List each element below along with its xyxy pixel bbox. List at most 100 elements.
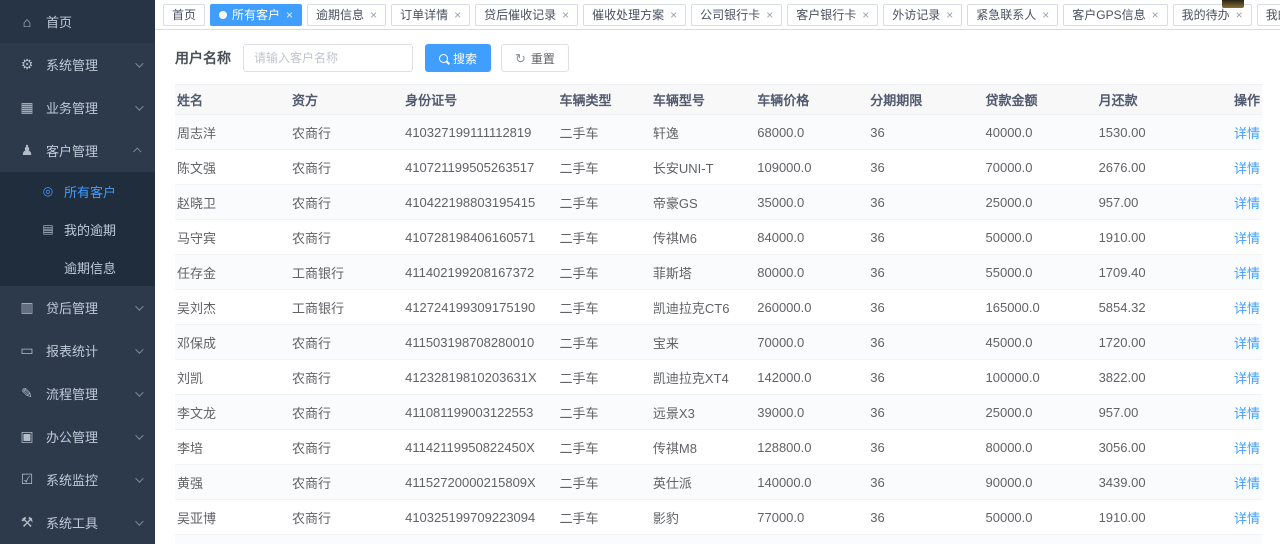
sidebar-subitem-0[interactable]: ◎所有客户 <box>0 172 155 210</box>
tab-10[interactable]: 客户GPS信息 × <box>1063 4 1167 26</box>
table-cell: 传祺M6 <box>649 220 753 255</box>
table-cell: 36 <box>866 535 981 544</box>
action-cell: 详情 <box>1212 430 1262 465</box>
chevron-down-icon <box>135 302 143 310</box>
close-icon[interactable]: × <box>670 9 677 21</box>
sidebar-subitem-1[interactable]: ▤我的逾期 <box>0 210 155 248</box>
tab-4[interactable]: 贷后催收记录× <box>475 4 578 26</box>
close-icon[interactable]: × <box>946 9 953 21</box>
search-button[interactable]: 搜索 <box>425 44 491 72</box>
action-cell: 详情 <box>1212 220 1262 255</box>
close-icon[interactable]: × <box>370 9 377 21</box>
detail-link[interactable]: 详情 <box>1234 476 1260 491</box>
tab-5[interactable]: 催收处理方案× <box>583 4 686 26</box>
sidebar-item-0[interactable]: ⌂首页 <box>0 0 155 43</box>
table-cell: 二手车 <box>555 185 648 220</box>
table-cell: 142000.0 <box>753 360 866 395</box>
table-cell: 1709.40 <box>1095 255 1212 290</box>
table-cell: 410721199505263517 <box>401 150 555 185</box>
action-cell <box>1212 535 1262 544</box>
detail-link[interactable]: 详情 <box>1234 301 1260 316</box>
table-cell: 68000.0 <box>753 115 866 150</box>
tab-label: 所有客户 <box>232 6 280 23</box>
sidebar-item-5[interactable]: ▭报表统计 <box>0 329 155 372</box>
sidebar-item-6[interactable]: ✎流程管理 <box>0 372 155 415</box>
table-cell: 128800.0 <box>753 430 866 465</box>
detail-link[interactable]: 详情 <box>1234 196 1260 211</box>
sidebar-item-4[interactable]: ▥贷后管理 <box>0 286 155 329</box>
close-icon[interactable]: × <box>1236 9 1243 21</box>
detail-link[interactable]: 详情 <box>1234 266 1260 281</box>
main-area: 首页所有客户×逾期信息×订单详情×贷后催收记录×催收处理方案×公司银行卡×客户银… <box>155 0 1280 544</box>
user-icon: ♟ <box>18 142 36 159</box>
detail-link[interactable]: 详情 <box>1234 441 1260 456</box>
table-cell: 36 <box>866 325 981 360</box>
detail-link[interactable]: 详情 <box>1234 511 1260 526</box>
action-cell: 详情 <box>1212 325 1262 360</box>
tab-1[interactable]: 所有客户 × <box>210 4 302 26</box>
column-header-0: 姓名 <box>175 85 288 115</box>
reset-button[interactable]: ↻ 重置 <box>501 44 569 72</box>
tab-6[interactable]: 公司银行卡× <box>691 4 782 26</box>
search-form: 用户名称 搜索 ↻ 重置 <box>155 30 1280 84</box>
sidebar-item-1[interactable]: ⚙系统管理 <box>0 43 155 86</box>
table-cell: 80000.0 <box>982 430 1095 465</box>
sidebar-item-3[interactable]: ♟客户管理 <box>0 129 155 172</box>
table-cell: 传祺M8 <box>649 430 753 465</box>
detail-link[interactable]: 详情 <box>1234 336 1260 351</box>
table-cell: 3439.00 <box>1095 465 1212 500</box>
tab-3[interactable]: 订单详情× <box>391 4 470 26</box>
table-cell: 长安UNI-T <box>649 150 753 185</box>
table-cell: 农商行 <box>288 360 401 395</box>
close-icon[interactable]: × <box>1042 9 1049 21</box>
sidebar-subitem-2[interactable]: 逾期信息 <box>0 248 155 286</box>
close-icon[interactable]: × <box>562 9 569 21</box>
tab-12[interactable]: 我的流程× <box>1257 4 1280 26</box>
table-cell: 陈文强 <box>175 150 288 185</box>
table-cell: 二手车 <box>555 430 648 465</box>
table-cell: 140000.0 <box>753 465 866 500</box>
table-cell: 165000.0 <box>982 290 1095 325</box>
active-dot <box>219 11 227 19</box>
tab-label: 逾期信息 <box>316 6 364 23</box>
table-row: 吴亚博农商行410325199709223094二手车影豹77000.03650… <box>175 500 1262 535</box>
detail-link[interactable]: 详情 <box>1234 161 1260 176</box>
table-cell: 马守宾 <box>175 220 288 255</box>
table-cell: 260000.0 <box>753 290 866 325</box>
sidebar-item-7[interactable]: ▣办公管理 <box>0 415 155 458</box>
close-icon[interactable]: × <box>1152 9 1159 21</box>
close-icon[interactable]: × <box>286 9 293 21</box>
close-icon[interactable]: × <box>766 9 773 21</box>
detail-link[interactable]: 详情 <box>1234 406 1260 421</box>
tab-2[interactable]: 逾期信息 × <box>307 4 386 26</box>
customer-table-wrap: 姓名资方身份证号车辆类型车辆型号车辆价格分期期限贷款金额月还款操作 周志洋农商行… <box>155 84 1280 544</box>
table-cell: 王战洋 <box>175 535 288 544</box>
tools-icon: ⚒ <box>18 514 36 531</box>
table-cell <box>649 535 753 544</box>
sidebar: ⌂首页⚙系统管理▦业务管理♟客户管理◎所有客户▤我的逾期逾期信息 ▥贷后管理▭报表… <box>0 0 155 544</box>
tab-9[interactable]: 紧急联系人× <box>967 4 1058 26</box>
search-button-label: 搜索 <box>453 50 477 67</box>
sidebar-item-2[interactable]: ▦业务管理 <box>0 86 155 129</box>
close-icon[interactable]: × <box>454 9 461 21</box>
table-row: 吴刘杰工商银行412724199309175190二手车凯迪拉克CT626000… <box>175 290 1262 325</box>
tab-0[interactable]: 首页 <box>163 4 205 26</box>
column-header-7: 贷款金额 <box>982 85 1095 115</box>
table-cell: 412724199309175190 <box>401 290 555 325</box>
sidebar-subitem-label: 逾期信息 <box>64 258 116 277</box>
tab-label: 客户GPS信息 <box>1072 6 1145 23</box>
sidebar-item-8[interactable]: ☑系统监控 <box>0 458 155 501</box>
detail-link[interactable]: 详情 <box>1234 126 1260 141</box>
tab-7[interactable]: 客户银行卡× <box>787 4 878 26</box>
tab-label: 我的待办 <box>1182 6 1230 23</box>
detail-link[interactable]: 详情 <box>1234 231 1260 246</box>
detail-link[interactable]: 详情 <box>1234 371 1260 386</box>
tab-8[interactable]: 外访记录× <box>883 4 962 26</box>
close-icon[interactable]: × <box>862 9 869 21</box>
table-cell: 36 <box>866 150 981 185</box>
table-cell: 25000.0 <box>982 395 1095 430</box>
sidebar-item-9[interactable]: ⚒系统工具 <box>0 501 155 544</box>
table-cell: 77000.0 <box>753 500 866 535</box>
table-cell: 工商银行 <box>288 290 401 325</box>
customer-name-input[interactable] <box>243 44 413 72</box>
